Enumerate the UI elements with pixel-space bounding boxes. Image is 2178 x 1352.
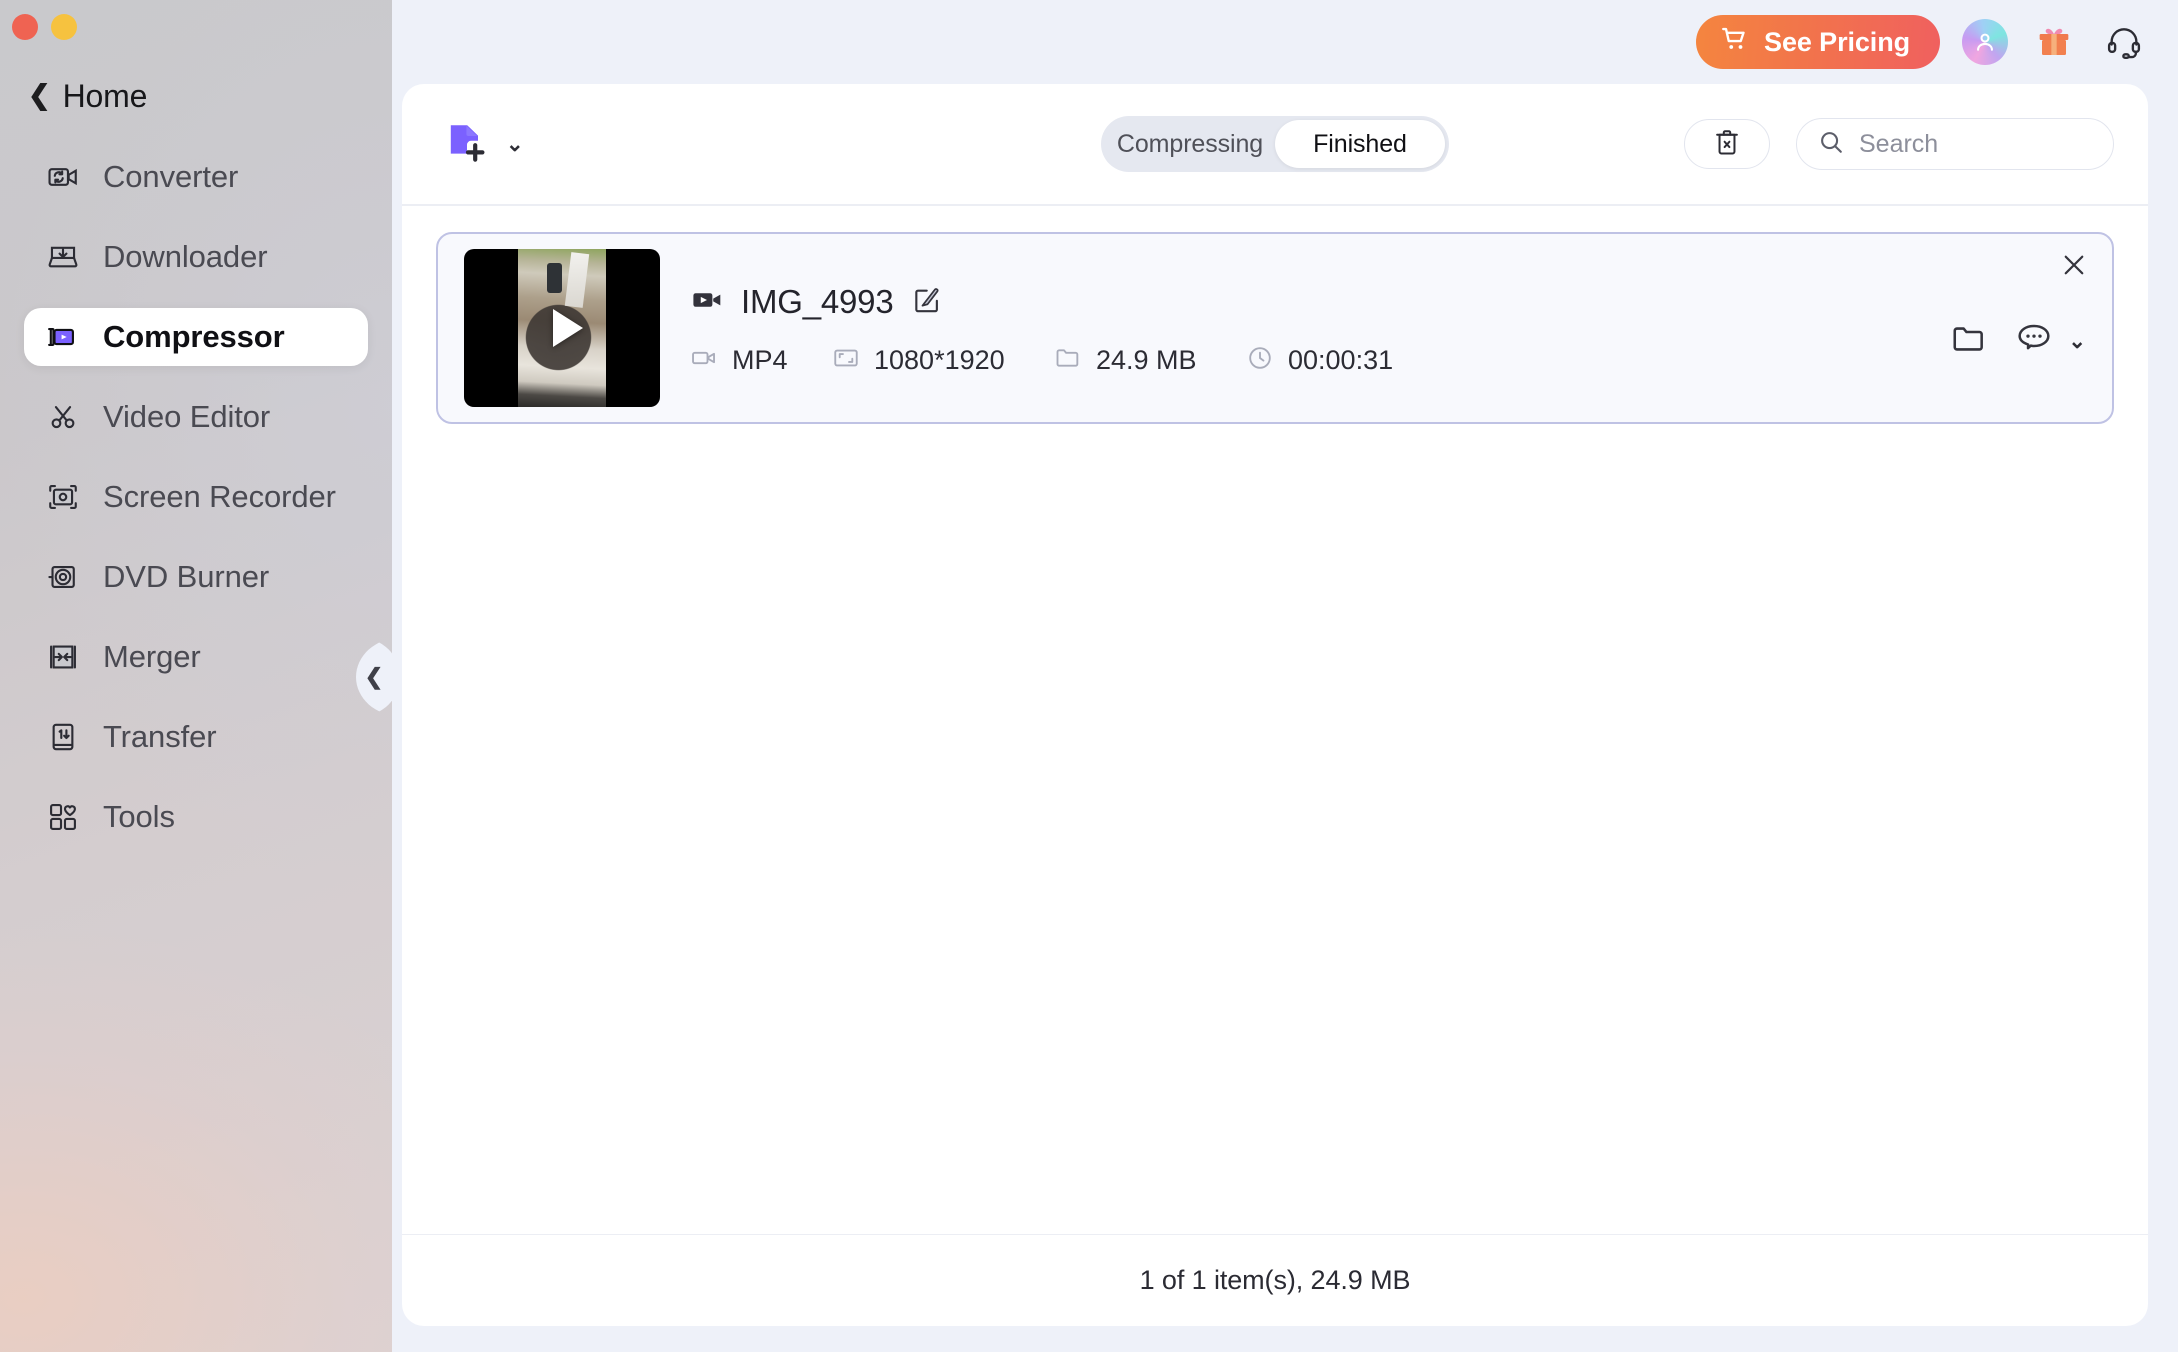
search-icon xyxy=(1817,128,1845,161)
meta-size-value: 24.9 MB xyxy=(1096,344,1197,375)
more-options-icon xyxy=(2014,319,2054,364)
sidebar-item-label: Transfer xyxy=(103,719,217,754)
download-tray-icon xyxy=(45,239,81,275)
meta-format-value: MP4 xyxy=(732,344,788,375)
clear-list-button[interactable] xyxy=(1684,119,1770,169)
sidebar-nav: Converter Downloader Compressor Video Ed… xyxy=(0,148,392,868)
file-meta-row: MP4 1080*1920 24.9 MB 00:00:31 xyxy=(690,344,1920,377)
video-compress-icon xyxy=(45,319,81,355)
panel-toolbar: ⌄ Compressing Finished xyxy=(402,84,2148,204)
panel-footer: 1 of 1 item(s), 24.9 MB xyxy=(402,1234,2148,1326)
tab-finished[interactable]: Finished xyxy=(1275,120,1445,168)
sidebar: ❮ Home Converter Downloader Compressor V… xyxy=(0,0,392,1352)
close-window-button[interactable] xyxy=(12,14,38,40)
folder-icon xyxy=(1054,344,1082,377)
add-file-button[interactable]: ⌄ xyxy=(442,118,524,171)
video-convert-icon xyxy=(45,159,81,195)
content-panel: ⌄ Compressing Finished Search IMG_4993 M… xyxy=(402,84,2148,1326)
sidebar-item-transfer[interactable]: Transfer xyxy=(24,708,368,766)
resolution-frame-icon xyxy=(832,344,860,377)
back-to-home-button[interactable]: ❮ Home xyxy=(28,78,147,115)
meta-resolution-value: 1080*1920 xyxy=(874,344,1005,375)
sidebar-item-label: Video Editor xyxy=(103,399,271,434)
phone-transfer-icon xyxy=(45,719,81,755)
sidebar-item-label: Downloader xyxy=(103,239,268,274)
play-icon[interactable] xyxy=(553,308,583,347)
table-row[interactable]: IMG_4993 MP4 1080*1920 24.9 MB 00:00:31 … xyxy=(436,231,2114,424)
chevron-down-icon: ⌄ xyxy=(506,132,524,156)
toolbar-right-group xyxy=(1684,118,2114,170)
sidebar-item-screen-recorder[interactable]: Screen Recorder xyxy=(24,468,368,526)
shopping-cart-icon xyxy=(1720,24,1750,61)
window-traffic-lights xyxy=(12,14,77,40)
file-list: IMG_4993 MP4 1080*1920 24.9 MB 00:00:31 … xyxy=(402,206,2148,1235)
chevron-left-icon: ❮ xyxy=(28,80,51,110)
chevron-left-icon: ❮ xyxy=(364,664,384,689)
meta-size: 24.9 MB xyxy=(1054,344,1246,377)
sidebar-item-converter[interactable]: Converter xyxy=(24,148,368,206)
video-format-icon xyxy=(690,344,718,377)
trash-x-icon xyxy=(1711,126,1743,163)
folder-open-icon[interactable] xyxy=(1950,320,1988,363)
toolbox-grid-icon xyxy=(45,799,81,835)
sidebar-item-merger[interactable]: Merger xyxy=(24,628,368,686)
see-pricing-button[interactable]: See Pricing xyxy=(1696,15,1940,69)
video-camera-icon xyxy=(690,283,724,322)
sidebar-item-tools[interactable]: Tools xyxy=(24,788,368,846)
edit-pencil-icon[interactable] xyxy=(911,284,943,321)
merge-arrows-icon xyxy=(45,639,81,675)
app-window: ❮ Home Converter Downloader Compressor V… xyxy=(0,0,2178,1352)
sidebar-item-video-editor[interactable]: Video Editor xyxy=(24,388,368,446)
see-pricing-label: See Pricing xyxy=(1764,26,1910,57)
minimize-window-button[interactable] xyxy=(51,14,77,40)
scissors-icon xyxy=(45,399,81,435)
status-tabs: Compressing Finished xyxy=(1101,116,1449,172)
home-label: Home xyxy=(62,78,148,114)
sidebar-item-label: Merger xyxy=(103,639,201,674)
sidebar-item-label: Screen Recorder xyxy=(103,479,336,514)
add-file-icon xyxy=(442,118,490,171)
user-avatar-icon[interactable] xyxy=(1962,19,2008,65)
meta-resolution: 1080*1920 xyxy=(832,344,1054,377)
close-x-icon xyxy=(2059,250,2089,285)
chevron-down-icon: ⌄ xyxy=(2068,330,2086,353)
disc-icon xyxy=(45,559,81,595)
more-options-button[interactable]: ⌄ xyxy=(2014,319,2086,364)
sidebar-item-dvd-burner[interactable]: DVD Burner xyxy=(24,548,368,606)
sidebar-item-compressor[interactable]: Compressor xyxy=(24,308,368,366)
meta-duration: 00:00:31 xyxy=(1246,344,1393,377)
headset-icon[interactable] xyxy=(2100,18,2148,66)
card-actions: ⌄ xyxy=(1950,291,2086,364)
meta-format: MP4 xyxy=(690,344,832,377)
file-info: IMG_4993 MP4 1080*1920 24.9 MB 00:00:31 xyxy=(690,279,1920,377)
sidebar-item-label: Converter xyxy=(103,159,239,194)
search-box[interactable] xyxy=(1796,118,2114,170)
file-name: IMG_4993 xyxy=(741,283,894,320)
clock-icon xyxy=(1246,344,1274,377)
screen-capture-icon xyxy=(45,479,81,515)
sidebar-item-downloader[interactable]: Downloader xyxy=(24,228,368,286)
sidebar-item-label: Compressor xyxy=(103,319,285,354)
remove-file-button[interactable] xyxy=(2056,250,2092,286)
sidebar-item-label: Tools xyxy=(103,799,175,834)
main-area: See Pricing ⌄ Compressing Finished Searc… xyxy=(392,0,2178,1352)
list-summary: 1 of 1 item(s), 24.9 MB xyxy=(1139,1265,1411,1295)
file-title-row: IMG_4993 xyxy=(690,283,1920,322)
tab-compressing[interactable]: Compressing xyxy=(1105,120,1275,168)
meta-duration-value: 00:00:31 xyxy=(1288,344,1394,375)
top-bar: See Pricing xyxy=(392,0,2178,84)
search-input[interactable] xyxy=(1859,129,2093,159)
video-thumbnail[interactable] xyxy=(464,248,660,407)
gift-icon[interactable] xyxy=(2030,18,2078,66)
sidebar-item-label: DVD Burner xyxy=(103,559,270,594)
